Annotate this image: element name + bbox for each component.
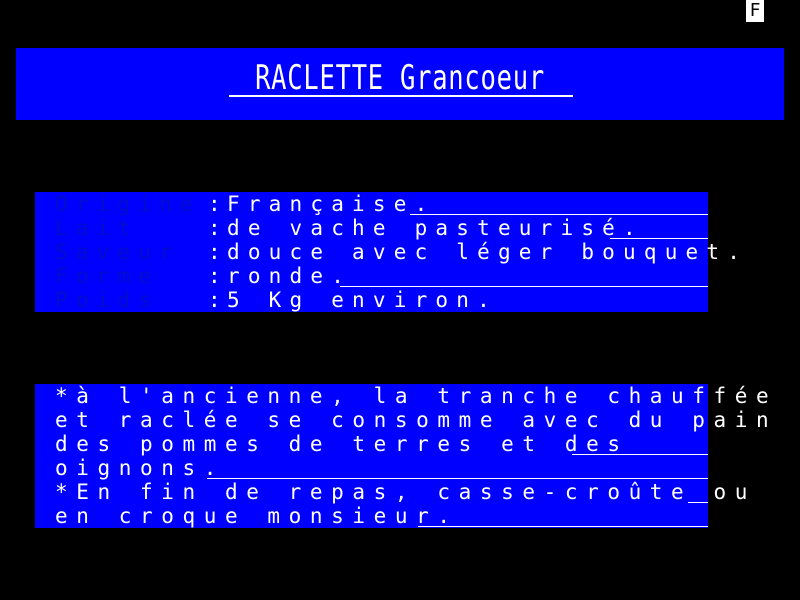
spec-label-saveur: Saveur — [55, 240, 181, 264]
page-mode-badge: F — [746, 0, 764, 22]
spec-fill-line — [340, 286, 708, 287]
note-line: et raclée se consomme avec du pain — [55, 408, 778, 432]
spec-value-saveur: douce avec léger bouquet. — [227, 240, 749, 264]
note-line: *à l'ancienne, la tranche chauffée — [55, 384, 778, 408]
note-line: oignons. — [55, 456, 225, 480]
page-title: RACLETTE Grancoeur — [255, 58, 545, 98]
note-fill-line — [418, 526, 708, 527]
spec-colon: : — [208, 288, 229, 312]
spec-value-poids: 5 Kg environ. — [227, 288, 498, 312]
spec-fill-line — [610, 238, 708, 239]
note-fill-line — [207, 478, 708, 479]
spec-label-forme: Forme — [55, 264, 160, 288]
notes-panel: *à l'ancienne, la tranche chauffée et ra… — [35, 384, 769, 528]
title-underline — [229, 95, 573, 97]
spec-value-origine: Française. — [227, 192, 436, 216]
note-line: des pommes de terres et des — [55, 432, 629, 456]
spec-colon: : — [208, 240, 229, 264]
specs-panel: Origine : Française. Lait : de vache pas… — [35, 192, 740, 312]
note-line: en croque monsieur. — [55, 504, 459, 528]
spec-colon: : — [208, 264, 229, 288]
note-line: *En fin de repas, casse-croûte ou — [55, 480, 757, 504]
note-fill-line — [688, 502, 708, 503]
spec-fill-line — [410, 214, 708, 215]
spec-label-lait: Lait — [55, 216, 139, 240]
note-fill-line — [572, 454, 708, 455]
spec-label-origine: Origine — [55, 192, 201, 216]
spec-value-forme: ronde. — [227, 264, 353, 288]
spec-value-lait: de vache pasteurisé. — [227, 216, 644, 240]
title-bar: RACLETTE Grancoeur — [16, 48, 784, 120]
spec-colon: : — [208, 216, 229, 240]
spec-label-poids: Poids — [55, 288, 160, 312]
